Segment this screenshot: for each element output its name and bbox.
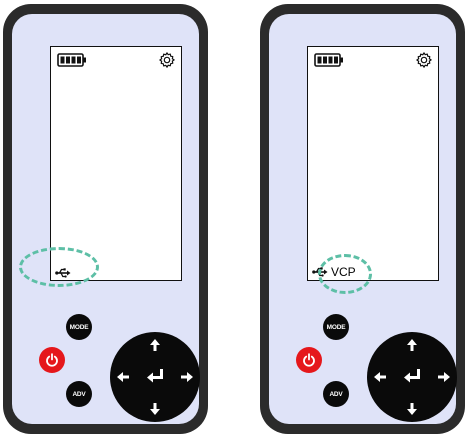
adv-button[interactable]: ADV [323, 381, 349, 407]
arrow-left-icon[interactable] [373, 371, 387, 383]
mode-button-label: MODE [69, 323, 89, 331]
arrow-up-icon[interactable] [406, 338, 418, 352]
mode-button[interactable]: MODE [323, 314, 349, 340]
usb-status-highlight [19, 247, 99, 287]
arrow-up-icon[interactable] [149, 338, 161, 352]
mode-button-label: MODE [326, 323, 346, 331]
device-screen: VCP [307, 46, 439, 281]
power-icon [303, 353, 315, 367]
arrow-right-icon[interactable] [180, 371, 194, 383]
gear-icon[interactable] [158, 51, 176, 69]
vcp-status-highlight [318, 254, 372, 294]
arrow-down-icon[interactable] [406, 402, 418, 416]
enter-icon[interactable] [145, 368, 165, 384]
device-right: VCP MODE ADV [260, 4, 465, 434]
battery-icon [57, 53, 86, 67]
adv-button-label: ADV [72, 390, 86, 398]
power-button[interactable] [39, 347, 65, 373]
power-button[interactable] [296, 347, 322, 373]
power-icon [46, 353, 58, 367]
dpad[interactable] [110, 332, 200, 422]
arrow-right-icon[interactable] [437, 371, 451, 383]
device-panel: VCP MODE ADV [269, 14, 457, 424]
arrow-down-icon[interactable] [149, 402, 161, 416]
adv-button-label: ADV [329, 390, 343, 398]
battery-icon [314, 53, 343, 67]
gear-icon[interactable] [415, 51, 433, 69]
device-panel: MODE ADV [12, 14, 200, 424]
mode-button[interactable]: MODE [66, 314, 92, 340]
dpad[interactable] [367, 332, 457, 422]
enter-icon[interactable] [402, 368, 422, 384]
device-screen [50, 46, 182, 281]
device-left: MODE ADV [3, 4, 208, 434]
adv-button[interactable]: ADV [66, 381, 92, 407]
arrow-left-icon[interactable] [116, 371, 130, 383]
